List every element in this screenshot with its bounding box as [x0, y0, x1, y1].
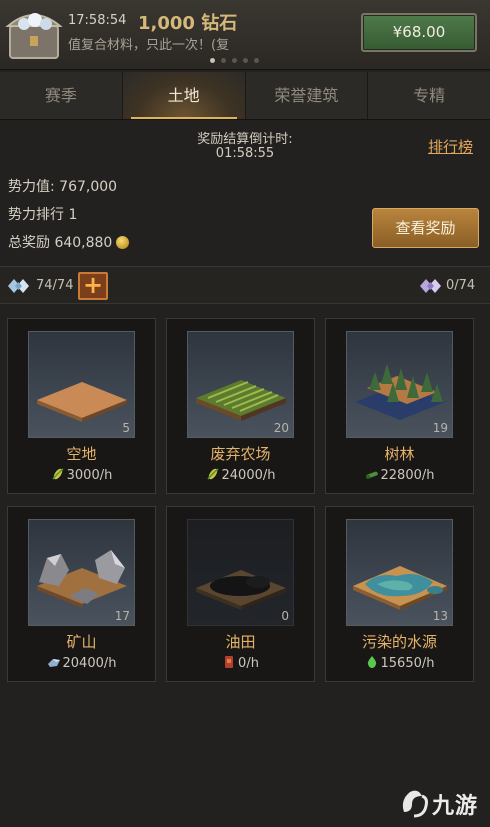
gold-coin-icon — [116, 236, 130, 249]
oil-icon — [225, 656, 234, 668]
page-dot[interactable] — [221, 58, 226, 63]
land-image: 19 — [346, 331, 453, 438]
land-rate-value: 24000/h — [221, 468, 276, 483]
view-rewards-button[interactable]: 查看奖励 — [372, 208, 479, 248]
corn-icon — [206, 468, 218, 480]
land-card-mine[interactable]: 17 矿山 20400/h — [7, 506, 156, 682]
land-name: 污染的水源 — [361, 633, 437, 651]
ore-icon — [47, 659, 60, 667]
power-value: 势力值: 767,000 — [8, 179, 118, 195]
land-card-oil-field[interactable]: 0 油田 0/h — [166, 506, 315, 682]
blue-crystal-icon — [8, 279, 29, 293]
land-count: 20 — [273, 421, 289, 435]
land-image: 20 — [187, 331, 294, 438]
land-rate-value: 3000/h — [66, 468, 113, 483]
land-name: 油田 — [225, 633, 256, 651]
land-rate: 0/h — [167, 656, 314, 671]
tab-bar: 赛季 土地 荣誉建筑 专精 — [0, 72, 490, 120]
land-name: 矿山 — [66, 633, 97, 651]
land-name: 空地 — [66, 445, 97, 463]
land-image: 17 — [28, 519, 135, 626]
watermark-logo: 九游 — [398, 782, 488, 822]
tab-specialization[interactable]: 专精 — [368, 72, 490, 119]
promo-diamond-amount: 1,000 钻石 — [138, 13, 238, 34]
land-card-forest[interactable]: 19 树林 22800/h — [325, 318, 474, 494]
page-dot[interactable] — [232, 58, 237, 63]
land-count: 13 — [432, 609, 448, 623]
resource-bar: 74/74 + 0/74 — [0, 266, 490, 304]
land-rate-value: 0/h — [238, 656, 259, 671]
total-reward: 总奖励 640,880 — [8, 232, 130, 252]
land-rate: 3000/h — [8, 468, 155, 483]
land-count: 5 — [122, 421, 130, 435]
watermark-text: 九游 — [432, 794, 479, 819]
leaderboard-link[interactable]: 排行榜 — [428, 136, 473, 157]
page-dot[interactable] — [243, 58, 248, 63]
tab-land[interactable]: 土地 — [122, 72, 246, 119]
land-card-empty[interactable]: 5 空地 3000/h — [7, 318, 156, 494]
land-rate: 24000/h — [167, 468, 314, 483]
page-dot[interactable] — [254, 58, 259, 63]
power-rank: 势力排行 1 — [8, 207, 78, 223]
page-dots — [210, 58, 259, 63]
treasure-chest-icon — [5, 13, 63, 59]
land-card-polluted-water[interactable]: 13 污染的水源 15650/h — [325, 506, 474, 682]
total-reward-text: 总奖励 640,880 — [8, 235, 113, 251]
land-rate-value: 20400/h — [62, 656, 117, 671]
add-land-button[interactable]: + — [78, 272, 108, 300]
promo-time: 17:58:54 — [68, 13, 127, 28]
promo-banner[interactable]: 17:58:54 1,000 钻石 值复合材料，只此一次！(复 ¥68.00 — [0, 0, 490, 70]
oil-field-tile-icon — [196, 570, 286, 610]
land-rate-value: 22800/h — [380, 468, 435, 483]
wood-icon — [365, 471, 378, 479]
special-land-count: 0/74 — [446, 278, 476, 293]
land-count: 0 — [281, 609, 289, 623]
land-rate: 20400/h — [8, 656, 155, 671]
land-rate: 15650/h — [326, 656, 473, 671]
countdown-label: 奖励结算倒计时: — [197, 132, 293, 147]
land-image: 5 — [28, 331, 135, 438]
countdown-timer: 01:58:55 — [215, 146, 275, 161]
purchase-price-button[interactable]: ¥68.00 — [361, 13, 477, 52]
land-card-abandoned-farm[interactable]: 20 废弃农场 24000/h — [166, 318, 315, 494]
land-rate: 22800/h — [326, 468, 473, 483]
tab-season[interactable]: 赛季 — [0, 72, 123, 119]
empty-land-tile-icon — [37, 382, 127, 422]
land-count: 17 — [114, 609, 130, 623]
land-name: 树林 — [384, 445, 415, 463]
land-count: 19 — [432, 421, 448, 435]
promo-description: 值复合材料，只此一次！(复 — [68, 38, 230, 53]
page-dot[interactable] — [210, 58, 215, 63]
land-capacity-count: 74/74 — [36, 278, 74, 293]
tab-honor-buildings[interactable]: 荣誉建筑 — [246, 72, 369, 119]
land-rate-value: 15650/h — [380, 656, 435, 671]
water-drop-icon — [367, 656, 376, 668]
land-image: 0 — [187, 519, 294, 626]
land-image: 13 — [346, 519, 453, 626]
purple-crystal-icon — [420, 279, 441, 293]
land-name: 废弃农场 — [210, 445, 271, 463]
corn-icon — [52, 468, 64, 480]
